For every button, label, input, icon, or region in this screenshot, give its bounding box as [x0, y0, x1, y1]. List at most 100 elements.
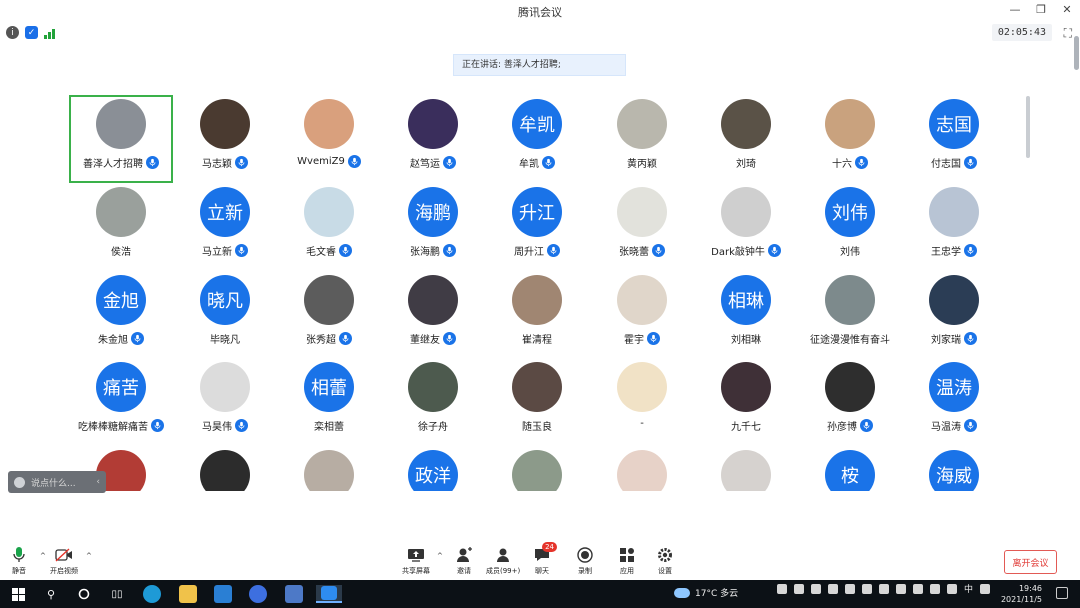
participant-tile[interactable]: 相琳 刘相琳 [694, 271, 798, 359]
participant-tile[interactable]: 海威 [902, 446, 1006, 491]
participant-tile[interactable] [694, 446, 798, 491]
participant-tile[interactable]: 赵笃运 [381, 95, 485, 183]
participant-tile[interactable]: 立新 马立新 [173, 183, 277, 271]
participant-tile[interactable]: 张晓蕾 [590, 183, 694, 271]
tray-icon[interactable] [861, 583, 872, 594]
participant-tile[interactable]: 孙彦博 [798, 358, 902, 446]
volume-icon[interactable] [946, 583, 957, 594]
ime-mode-icon[interactable] [980, 583, 990, 594]
windows-start-icon[interactable] [10, 585, 26, 603]
tray-icon[interactable] [844, 583, 855, 594]
participant-tile[interactable]: 征途漫漫惟有奋斗 [798, 271, 902, 359]
members-button[interactable]: 成员(99+) [486, 546, 520, 576]
participant-name: 毛文睿 [306, 247, 336, 258]
tray-icon[interactable] [810, 583, 821, 594]
participant-tile[interactable]: WvemiZ9 [277, 95, 381, 183]
participant-tile[interactable]: 崔清程 [485, 271, 589, 359]
emoji-icon[interactable] [14, 476, 25, 488]
window-scrollbar[interactable] [1074, 36, 1079, 70]
participant-tile[interactable]: 金旭 朱金旭 [69, 271, 173, 359]
search-icon[interactable]: ⚲ [44, 585, 58, 603]
restore-icon[interactable]: ❐ [1034, 3, 1048, 16]
edge-browser-icon[interactable] [143, 585, 161, 603]
leave-meeting-button[interactable]: 离开会议 [1004, 550, 1057, 574]
participant-tile[interactable]: 马昊伟 [173, 358, 277, 446]
fullscreen-icon[interactable]: ⛶ [1064, 26, 1072, 41]
participant-tile[interactable]: 升江 周升江 [485, 183, 589, 271]
invite-button[interactable]: 邀请 [455, 546, 473, 576]
cortana-icon[interactable] [76, 585, 92, 603]
system-clock[interactable]: 19:46 2021/11/5 [1001, 583, 1042, 605]
participant-tile[interactable]: 温涛 马温涛 [902, 358, 1006, 446]
participant-tile[interactable] [277, 446, 381, 491]
video-options-caret[interactable]: ^ [86, 552, 92, 560]
close-icon[interactable]: ✕ [1060, 3, 1074, 16]
meeting-timer: 02:05:43 [991, 24, 1052, 41]
participant-tile[interactable]: 善泽人才招聘 [69, 95, 173, 183]
members-icon [494, 546, 512, 564]
chat-button[interactable]: 24 聊天 [533, 542, 557, 576]
mute-options-caret[interactable]: ^ [40, 552, 46, 560]
tray-icon[interactable] [776, 583, 787, 594]
participant-tile[interactable]: 政洋 [381, 446, 485, 491]
participant-tile[interactable]: 志国 付志国 [902, 95, 1006, 183]
chat-quick-input[interactable]: 说点什么... ‹ [8, 471, 106, 493]
participant-tile[interactable]: - [590, 358, 694, 446]
participant-tile[interactable]: 王忠学 [902, 183, 1006, 271]
tray-icon[interactable] [827, 583, 838, 594]
participant-tile[interactable]: 刘伟 刘伟 [798, 183, 902, 271]
collapse-icon[interactable]: ‹ [96, 477, 100, 487]
app-l-icon[interactable] [249, 585, 267, 603]
participant-tile[interactable]: 相蕾 栾相蕾 [277, 358, 381, 446]
participant-tile[interactable]: 马志颖 [173, 95, 277, 183]
participant-tile[interactable]: 九千七 [694, 358, 798, 446]
participant-tile[interactable]: Dark敲钟牛 [694, 183, 798, 271]
tencent-meeting-taskbar-icon[interactable] [316, 585, 342, 603]
tray-icon[interactable] [878, 583, 889, 594]
tray-icon[interactable] [895, 583, 906, 594]
participant-tile[interactable]: 桉 [798, 446, 902, 491]
participant-tile[interactable]: 十六 [798, 95, 902, 183]
record-button[interactable]: 录制 [576, 546, 594, 576]
participant-tile[interactable]: 随玉良 [485, 358, 589, 446]
minimize-icon[interactable]: — [1008, 3, 1022, 16]
participant-tile[interactable]: 牟凯 牟凯 [485, 95, 589, 183]
share-screen-button[interactable]: 共享屏幕 [402, 546, 430, 576]
tray-icon[interactable] [929, 583, 940, 594]
participant-tile[interactable]: 董继友 [381, 271, 485, 359]
share-options-caret[interactable]: ^ [437, 552, 443, 560]
mail-icon[interactable] [214, 585, 232, 603]
participant-tile[interactable]: 痛苦 吃棒棒糖解痛苦 [69, 358, 173, 446]
participant-tile[interactable]: 毛文睿 [277, 183, 381, 271]
participant-tile[interactable]: 霍宇 [590, 271, 694, 359]
participant-tile[interactable]: 刘琦 [694, 95, 798, 183]
task-view-icon[interactable]: ▯▯ [109, 585, 125, 603]
settings-button[interactable]: 设置 [656, 546, 674, 576]
security-shield-icon[interactable]: ✓ [25, 26, 38, 39]
participant-tile[interactable]: 徐子舟 [381, 358, 485, 446]
grid-scrollbar[interactable] [1026, 96, 1030, 158]
network-signal-icon[interactable] [44, 26, 57, 39]
participant-tile[interactable]: 张秀超 [277, 271, 381, 359]
apps-button[interactable]: 应用 [618, 546, 636, 576]
participant-tile[interactable]: 黄丙颖 [590, 95, 694, 183]
meeting-info-icon[interactable]: i [6, 26, 19, 39]
participant-tile[interactable]: 侯浩 [69, 183, 173, 271]
participant-tile[interactable]: 海鹏 张海鹏 [381, 183, 485, 271]
participant-name-row: 赵笃运 [381, 155, 485, 170]
ime-indicator[interactable]: 中 [964, 582, 973, 595]
participant-name: 马志颖 [202, 159, 232, 170]
participant-tile[interactable] [173, 446, 277, 491]
participant-tile[interactable]: 晓凡 毕晓凡 [173, 271, 277, 359]
tray-icon[interactable] [793, 583, 804, 594]
file-explorer-icon[interactable] [179, 585, 197, 603]
participant-tile[interactable] [485, 446, 589, 491]
weather-widget[interactable]: 17°C 多云 [674, 586, 738, 599]
start-video-button[interactable]: 开启视频 [50, 546, 78, 576]
notification-icon[interactable] [1056, 587, 1068, 599]
mute-button[interactable]: 静音 [10, 546, 28, 576]
participant-tile[interactable] [590, 446, 694, 491]
app-shield-icon[interactable] [285, 585, 303, 603]
participant-tile[interactable]: 刘家瑞 [902, 271, 1006, 359]
tray-icon[interactable] [912, 583, 923, 594]
